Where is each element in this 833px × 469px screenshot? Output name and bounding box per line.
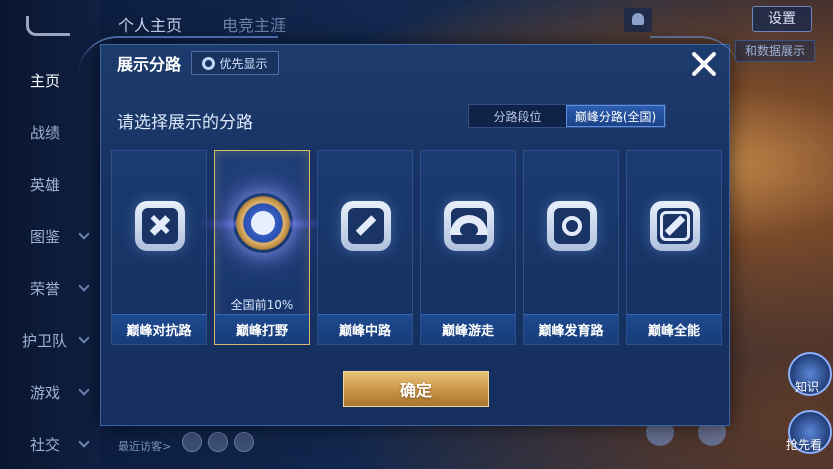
priority-display-label: 优先显示	[219, 56, 268, 71]
nav-item-codex[interactable]: 图鉴	[30, 226, 60, 247]
nav-item-honor[interactable]: 荣誉	[30, 278, 60, 299]
tab-profile[interactable]: 个人主页	[118, 12, 182, 36]
lane-card-all-round[interactable]: 巅峰全能	[626, 150, 722, 345]
chevron-down-icon	[78, 384, 90, 396]
gear-icon	[202, 56, 216, 70]
confirm-button[interactable]: 确定	[343, 371, 489, 407]
settings-button[interactable]: 设置	[752, 6, 812, 32]
nav-item-record[interactable]: 战绩	[30, 122, 60, 143]
avatar[interactable]	[182, 432, 202, 452]
lane-card-list: 巅峰对抗路 全国前10% 巅峰打野 巅峰中路 巅峰游走 巅峰发育路 巅峰全能	[111, 150, 723, 346]
chevron-down-icon	[78, 228, 90, 240]
recent-visitors-link[interactable]: 最近访客>	[118, 438, 171, 454]
lane-source-toggle: 分路段位 巅峰分路(全国)	[468, 104, 666, 128]
close-icon[interactable]	[690, 50, 718, 78]
all-round-icon	[650, 201, 700, 251]
lane-card-label: 巅峰对抗路	[112, 314, 206, 344]
avatar[interactable]	[234, 432, 254, 452]
lane-rank-text: 全国前10%	[230, 298, 294, 312]
data-display-button[interactable]: 和数据展示	[735, 40, 815, 62]
lane-card-roam[interactable]: 巅峰游走	[420, 150, 516, 345]
lane-card-mid[interactable]: 巅峰中路	[317, 150, 413, 345]
farm-lane-icon	[547, 201, 597, 251]
avatar[interactable]	[208, 432, 228, 452]
side-button-label: 抢先看	[786, 438, 823, 452]
lane-card-label: 巅峰中路	[318, 314, 412, 344]
lane-card-label: 巅峰全能	[627, 314, 721, 344]
lane-card-jungle[interactable]: 全国前10% 巅峰打野	[195, 150, 331, 345]
jungle-emblem-icon	[233, 193, 293, 253]
clash-lane-icon	[135, 201, 185, 251]
tab-lane-rank[interactable]: 分路段位	[469, 105, 566, 127]
nav-item-guard[interactable]: 护卫队	[22, 330, 67, 351]
modal-subtitle: 请选择展示的分路	[117, 113, 253, 133]
bell-icon[interactable]	[624, 8, 652, 32]
roam-icon	[444, 201, 494, 251]
chevron-down-icon	[78, 280, 90, 292]
lane-card-label: 巅峰游走	[421, 314, 515, 344]
chevron-down-icon	[78, 436, 90, 448]
lane-card-clash[interactable]: 巅峰对抗路	[111, 150, 207, 345]
chevron-down-icon	[78, 332, 90, 344]
priority-display-button[interactable]: 优先显示	[191, 51, 279, 75]
nav-item-game[interactable]: 游戏	[30, 382, 60, 403]
side-button-label: 知识	[795, 380, 820, 394]
tab-peak-lane-national[interactable]: 巅峰分路(全国)	[566, 105, 665, 127]
lane-card-label: 巅峰打野	[215, 314, 309, 344]
mid-lane-icon	[341, 201, 391, 251]
lane-card-label: 巅峰发育路	[524, 314, 618, 344]
back-arrow-icon[interactable]	[26, 16, 70, 36]
nav-item-social[interactable]: 社交	[30, 434, 60, 455]
modal-title: 展示分路	[117, 55, 182, 74]
nav-item-heroes[interactable]: 英雄	[30, 174, 60, 195]
lane-card-farm[interactable]: 巅峰发育路	[523, 150, 619, 345]
nav-item-home[interactable]: 主页	[30, 70, 60, 91]
tab-esports[interactable]: 电竞主涯	[222, 12, 286, 36]
